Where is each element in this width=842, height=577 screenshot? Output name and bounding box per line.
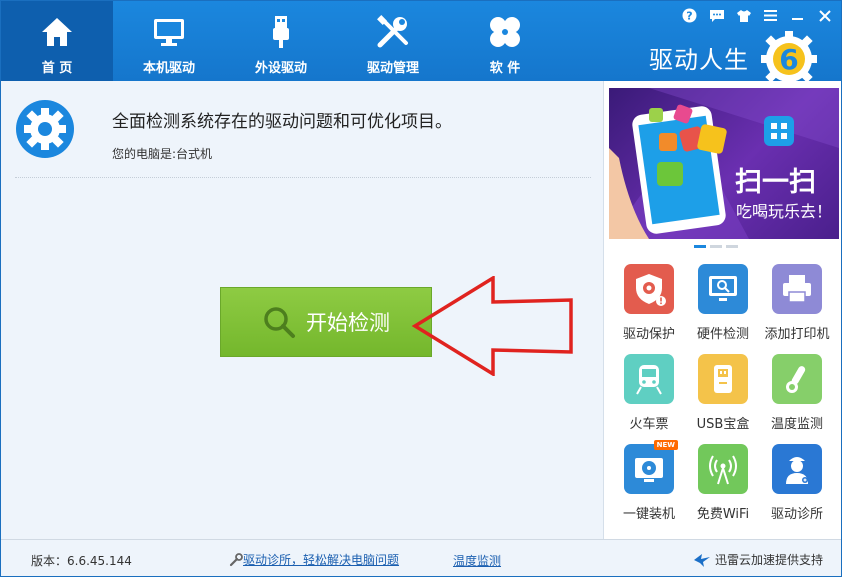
tool-free-wifi[interactable]: 免费WiFi	[686, 444, 760, 522]
cloud-acceleration: 迅雷云加速提供支持	[693, 551, 823, 568]
tool-hardware-check[interactable]: 硬件检测	[686, 264, 760, 342]
thunder-bird-icon	[694, 553, 710, 567]
main-panel: 全面检测系统存在的驱动问题和可优化项目。 您的电脑是:台式机 开始检测	[1, 81, 603, 539]
tool-label: 免费WiFi	[696, 507, 750, 522]
search-icon	[264, 307, 295, 338]
red-arrow-annotation	[411, 276, 573, 376]
menu-icon[interactable]	[762, 7, 779, 24]
brand-name: 驱动人生	[649, 45, 749, 74]
temperature-link[interactable]: 温度监测	[453, 552, 501, 569]
tab-label: 外设驱动	[254, 61, 307, 76]
shield-gear-icon	[624, 264, 674, 314]
main-nav: 首 页 本机驱动 外设驱动 驱动管理 软 件	[1, 1, 561, 81]
tab-local-drivers[interactable]: 本机驱动	[113, 1, 225, 81]
carousel-dot[interactable]	[694, 245, 706, 248]
tool-label: 火车票	[629, 417, 669, 432]
new-badge: NEW	[653, 440, 678, 450]
driver-clinic-link-text: 驱动诊所，轻松解决电脑问题	[243, 553, 400, 567]
tab-peripheral-drivers[interactable]: 外设驱动	[225, 1, 337, 81]
tool-label: 硬件检测	[696, 327, 749, 342]
usb-icon	[264, 15, 298, 49]
brand-version-digit: 6	[779, 43, 798, 76]
driver-clinic-link[interactable]: 驱动诊所，轻松解决电脑问题	[229, 551, 399, 568]
app-window: 首 页 本机驱动 外设驱动 驱动管理 软 件 ? 驱动人生 6 全面检测系统存在…	[0, 0, 842, 577]
tool-one-click-install[interactable]: NEW 一键装机	[612, 440, 686, 522]
version-label: 版本：6.6.45.144	[31, 554, 132, 568]
carousel-dots	[694, 245, 738, 248]
tool-label: 驱动诊所	[770, 507, 823, 522]
brand: 驱动人生 6	[649, 29, 823, 85]
divider	[15, 177, 591, 178]
skin-icon[interactable]	[735, 7, 752, 24]
tools-grid: 驱动保护 硬件检测 添加打印机 火车票 USB宝盒 温度监测 NEW 一键装机 …	[612, 264, 840, 522]
hardware-monitor-icon	[698, 264, 748, 314]
tool-driver-protection[interactable]: 驱动保护	[612, 264, 686, 342]
home-icon	[40, 15, 74, 49]
tab-label: 驱动管理	[366, 61, 419, 76]
promo-banner[interactable]: 扫一扫 吃喝玩乐去！	[609, 88, 839, 239]
tool-add-printer[interactable]: 添加打印机	[760, 264, 834, 342]
minimize-icon[interactable]	[789, 7, 806, 24]
install-disc-icon	[624, 444, 674, 494]
help-icon[interactable]: ?	[681, 7, 698, 24]
tab-driver-management[interactable]: 驱动管理	[337, 1, 449, 81]
close-icon[interactable]	[816, 7, 833, 24]
printer-icon	[772, 264, 822, 314]
tab-label: 软 件	[489, 61, 521, 76]
cloud-acceleration-text: 迅雷云加速提供支持	[715, 553, 824, 567]
side-panel: 扫一扫 吃喝玩乐去！ 驱动保护 硬件检测 添加打印机 火车票 USB宝盒 温度监…	[603, 81, 841, 539]
wifi-antenna-icon	[698, 444, 748, 494]
window-controls: ?	[681, 7, 833, 24]
top-bar: 首 页 本机驱动 外设驱动 驱动管理 软 件 ? 驱动人生 6	[1, 1, 841, 85]
start-scan-label: 开始检测	[306, 311, 390, 335]
wrench-icon	[229, 552, 243, 566]
tool-label: 驱动保护	[622, 327, 675, 342]
tab-label: 本机驱动	[142, 61, 195, 76]
monitor-icon	[152, 15, 186, 49]
doctor-icon	[772, 444, 822, 494]
tool-driver-clinic[interactable]: 驱动诊所	[760, 444, 834, 522]
tool-temperature[interactable]: 温度监测	[760, 354, 834, 432]
usb-box-icon	[698, 354, 748, 404]
tools-icon	[376, 15, 410, 49]
tool-usb-box[interactable]: USB宝盒	[686, 354, 760, 432]
scan-description: 全面检测系统存在的驱动问题和可优化项目。	[112, 112, 452, 132]
tool-label: 添加打印机	[764, 327, 830, 342]
tab-label: 首 页	[41, 61, 73, 76]
tool-train-ticket[interactable]: 火车票	[612, 354, 686, 432]
software-icon	[488, 15, 522, 49]
tool-label: 一键装机	[622, 507, 675, 522]
svg-text:?: ?	[686, 10, 692, 23]
carousel-dot[interactable]	[726, 245, 738, 248]
feedback-icon[interactable]	[708, 7, 725, 24]
status-bar: 版本：6.6.45.144 驱动诊所，轻松解决电脑问题 温度监测 迅雷云加速提供…	[1, 539, 841, 576]
pc-type-label: 您的电脑是:台式机	[112, 147, 213, 161]
banner-headline: 扫一扫	[735, 167, 816, 198]
brand-logo-icon: 6	[761, 31, 817, 85]
carousel-dot[interactable]	[710, 245, 722, 248]
start-scan-button[interactable]: 开始检测	[220, 287, 432, 357]
tab-software[interactable]: 软 件	[449, 1, 561, 81]
tool-label: 温度监测	[770, 417, 823, 432]
thermometer-icon	[772, 354, 822, 404]
tool-label: USB宝盒	[696, 417, 750, 432]
train-icon	[624, 354, 674, 404]
tab-home[interactable]: 首 页	[1, 1, 113, 81]
banner-tagline: 吃喝玩乐去！	[736, 202, 833, 221]
settings-gear-icon	[16, 100, 74, 158]
